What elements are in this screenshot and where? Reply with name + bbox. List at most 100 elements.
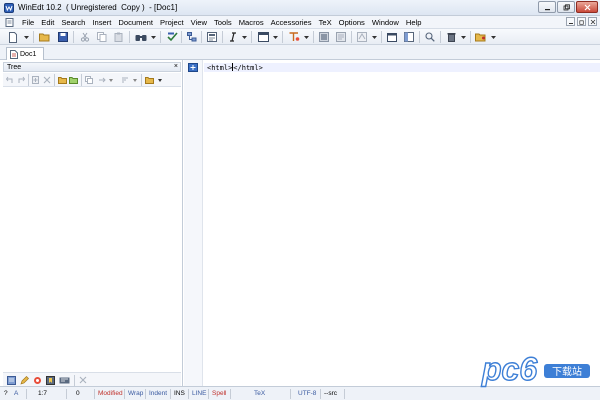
tree-undo-button[interactable]	[5, 74, 15, 86]
menu-document[interactable]: Document	[115, 18, 157, 27]
status-bar: ? A 1:7 0 Modified Wrap Indent INS LINE …	[0, 386, 600, 400]
status-src[interactable]: --src	[324, 390, 337, 397]
new-document-button[interactable]	[6, 31, 20, 43]
tree-options-button[interactable]	[144, 74, 156, 86]
project-tree-button[interactable]	[185, 31, 199, 43]
sort-icon	[122, 77, 128, 83]
italic-button[interactable]	[227, 31, 239, 43]
status-tex[interactable]: TeX	[254, 390, 265, 397]
menu-help[interactable]: Help	[403, 18, 426, 27]
text-editor[interactable]: <html></html>	[204, 60, 600, 386]
typeset-button[interactable]	[355, 31, 369, 43]
tex-button[interactable]	[287, 31, 301, 43]
status-modified[interactable]: Modified	[98, 390, 123, 397]
bookmark-marker-icon[interactable]	[188, 63, 198, 72]
menu-tools[interactable]: Tools	[211, 18, 236, 27]
bookmark-dropdown[interactable]	[489, 31, 497, 43]
window-layout-button[interactable]	[256, 31, 270, 43]
close-button[interactable]	[576, 1, 598, 13]
spell-check-button[interactable]	[165, 31, 179, 43]
tree-copy-button[interactable]	[84, 74, 94, 86]
menu-insert[interactable]: Insert	[89, 18, 115, 27]
undo-icon	[6, 76, 13, 83]
toggle-panel-button[interactable]	[402, 31, 416, 43]
window-layout-dropdown[interactable]	[271, 31, 279, 43]
menu-edit[interactable]: Edit	[38, 18, 58, 27]
maximize-button[interactable]	[557, 1, 575, 13]
tree-move-dropdown[interactable]	[107, 74, 114, 86]
tree-options-dropdown[interactable]	[156, 74, 163, 86]
menu-project[interactable]: Project	[157, 18, 188, 27]
italic-icon	[230, 32, 236, 42]
tree-remove-button[interactable]	[42, 74, 52, 86]
menu-search[interactable]: Search	[58, 18, 89, 27]
tree-redo-button[interactable]	[16, 74, 26, 86]
minimize-icon	[544, 8, 550, 10]
status-wrap[interactable]: Wrap	[128, 390, 143, 397]
menu-bar: File Edit Search Insert Document Project…	[0, 16, 600, 29]
menu-tex[interactable]: TeX	[316, 18, 336, 27]
format-dropdown[interactable]	[240, 31, 248, 43]
tree-refresh-button[interactable]	[68, 74, 78, 86]
menu-options[interactable]: Options	[336, 18, 369, 27]
document-info-button[interactable]	[205, 31, 219, 43]
find-dropdown[interactable]	[149, 31, 157, 43]
status-spell[interactable]: Spell	[212, 390, 226, 397]
cut-button[interactable]	[78, 31, 92, 43]
find-button[interactable]	[134, 31, 148, 43]
code-line[interactable]: <html></html>	[207, 63, 263, 73]
chevron-down-icon	[490, 35, 496, 39]
delete-button[interactable]	[444, 31, 458, 43]
open-button[interactable]	[38, 31, 52, 43]
tree-bottom-close-button[interactable]	[77, 374, 88, 386]
tree-move-button[interactable]	[97, 74, 107, 86]
mdi-close-button[interactable]	[588, 17, 597, 26]
gather-button[interactable]	[32, 374, 43, 386]
bookmarks-button[interactable]	[45, 374, 56, 386]
tab-doc1[interactable]: Doc1	[6, 47, 44, 60]
save-button[interactable]	[56, 31, 70, 43]
tex-icon	[289, 32, 299, 41]
typeset-dropdown[interactable]	[370, 31, 378, 43]
minimize-button[interactable]	[538, 1, 556, 13]
status-indent[interactable]: Indent	[149, 390, 167, 397]
status-mode[interactable]: A	[14, 390, 18, 397]
menu-view[interactable]: View	[188, 18, 211, 27]
status-ins[interactable]: INS	[174, 390, 185, 397]
macros-button[interactable]	[58, 374, 71, 386]
menu-file[interactable]: File	[19, 18, 38, 27]
new-document-dropdown[interactable]	[22, 31, 30, 43]
mdi-restore-button[interactable]	[577, 17, 586, 26]
calendar-button[interactable]	[385, 31, 399, 43]
compile-button[interactable]	[317, 31, 331, 43]
tree-sort-button[interactable]	[120, 74, 130, 86]
close-icon	[584, 4, 590, 10]
tree-toolbar	[3, 73, 181, 87]
tree-add-button[interactable]	[31, 74, 41, 86]
tree-view[interactable]	[3, 87, 181, 371]
tree-close-button[interactable]: ×	[174, 63, 178, 70]
status-position[interactable]: 1:7	[38, 390, 47, 397]
paste-button[interactable]	[112, 31, 126, 43]
mdi-minimize-button[interactable]	[566, 17, 575, 26]
edit-tree-button[interactable]	[19, 374, 30, 386]
chevron-down-icon	[150, 35, 156, 39]
status-line[interactable]: LINE	[192, 390, 206, 397]
pc6-watermark-logo: pc6 下载站	[480, 350, 590, 388]
menu-window[interactable]: Window	[369, 18, 403, 27]
tree-sort-dropdown[interactable]	[131, 74, 138, 86]
cut-icon	[80, 32, 90, 42]
preview-button[interactable]	[334, 31, 348, 43]
search-button[interactable]	[423, 31, 437, 43]
bookmark-button[interactable]	[474, 31, 488, 43]
delete-dropdown[interactable]	[459, 31, 467, 43]
document-icon[interactable]	[5, 17, 15, 27]
project-tree-icon	[187, 32, 197, 42]
tree-folder-button[interactable]	[57, 74, 67, 86]
menu-accessories[interactable]: Accessories	[268, 18, 316, 27]
menu-macros[interactable]: Macros	[236, 18, 268, 27]
project-button[interactable]	[6, 374, 17, 386]
status-encoding[interactable]: UTF-8	[298, 390, 316, 397]
tex-dropdown[interactable]	[302, 31, 310, 43]
copy-button[interactable]	[95, 31, 109, 43]
